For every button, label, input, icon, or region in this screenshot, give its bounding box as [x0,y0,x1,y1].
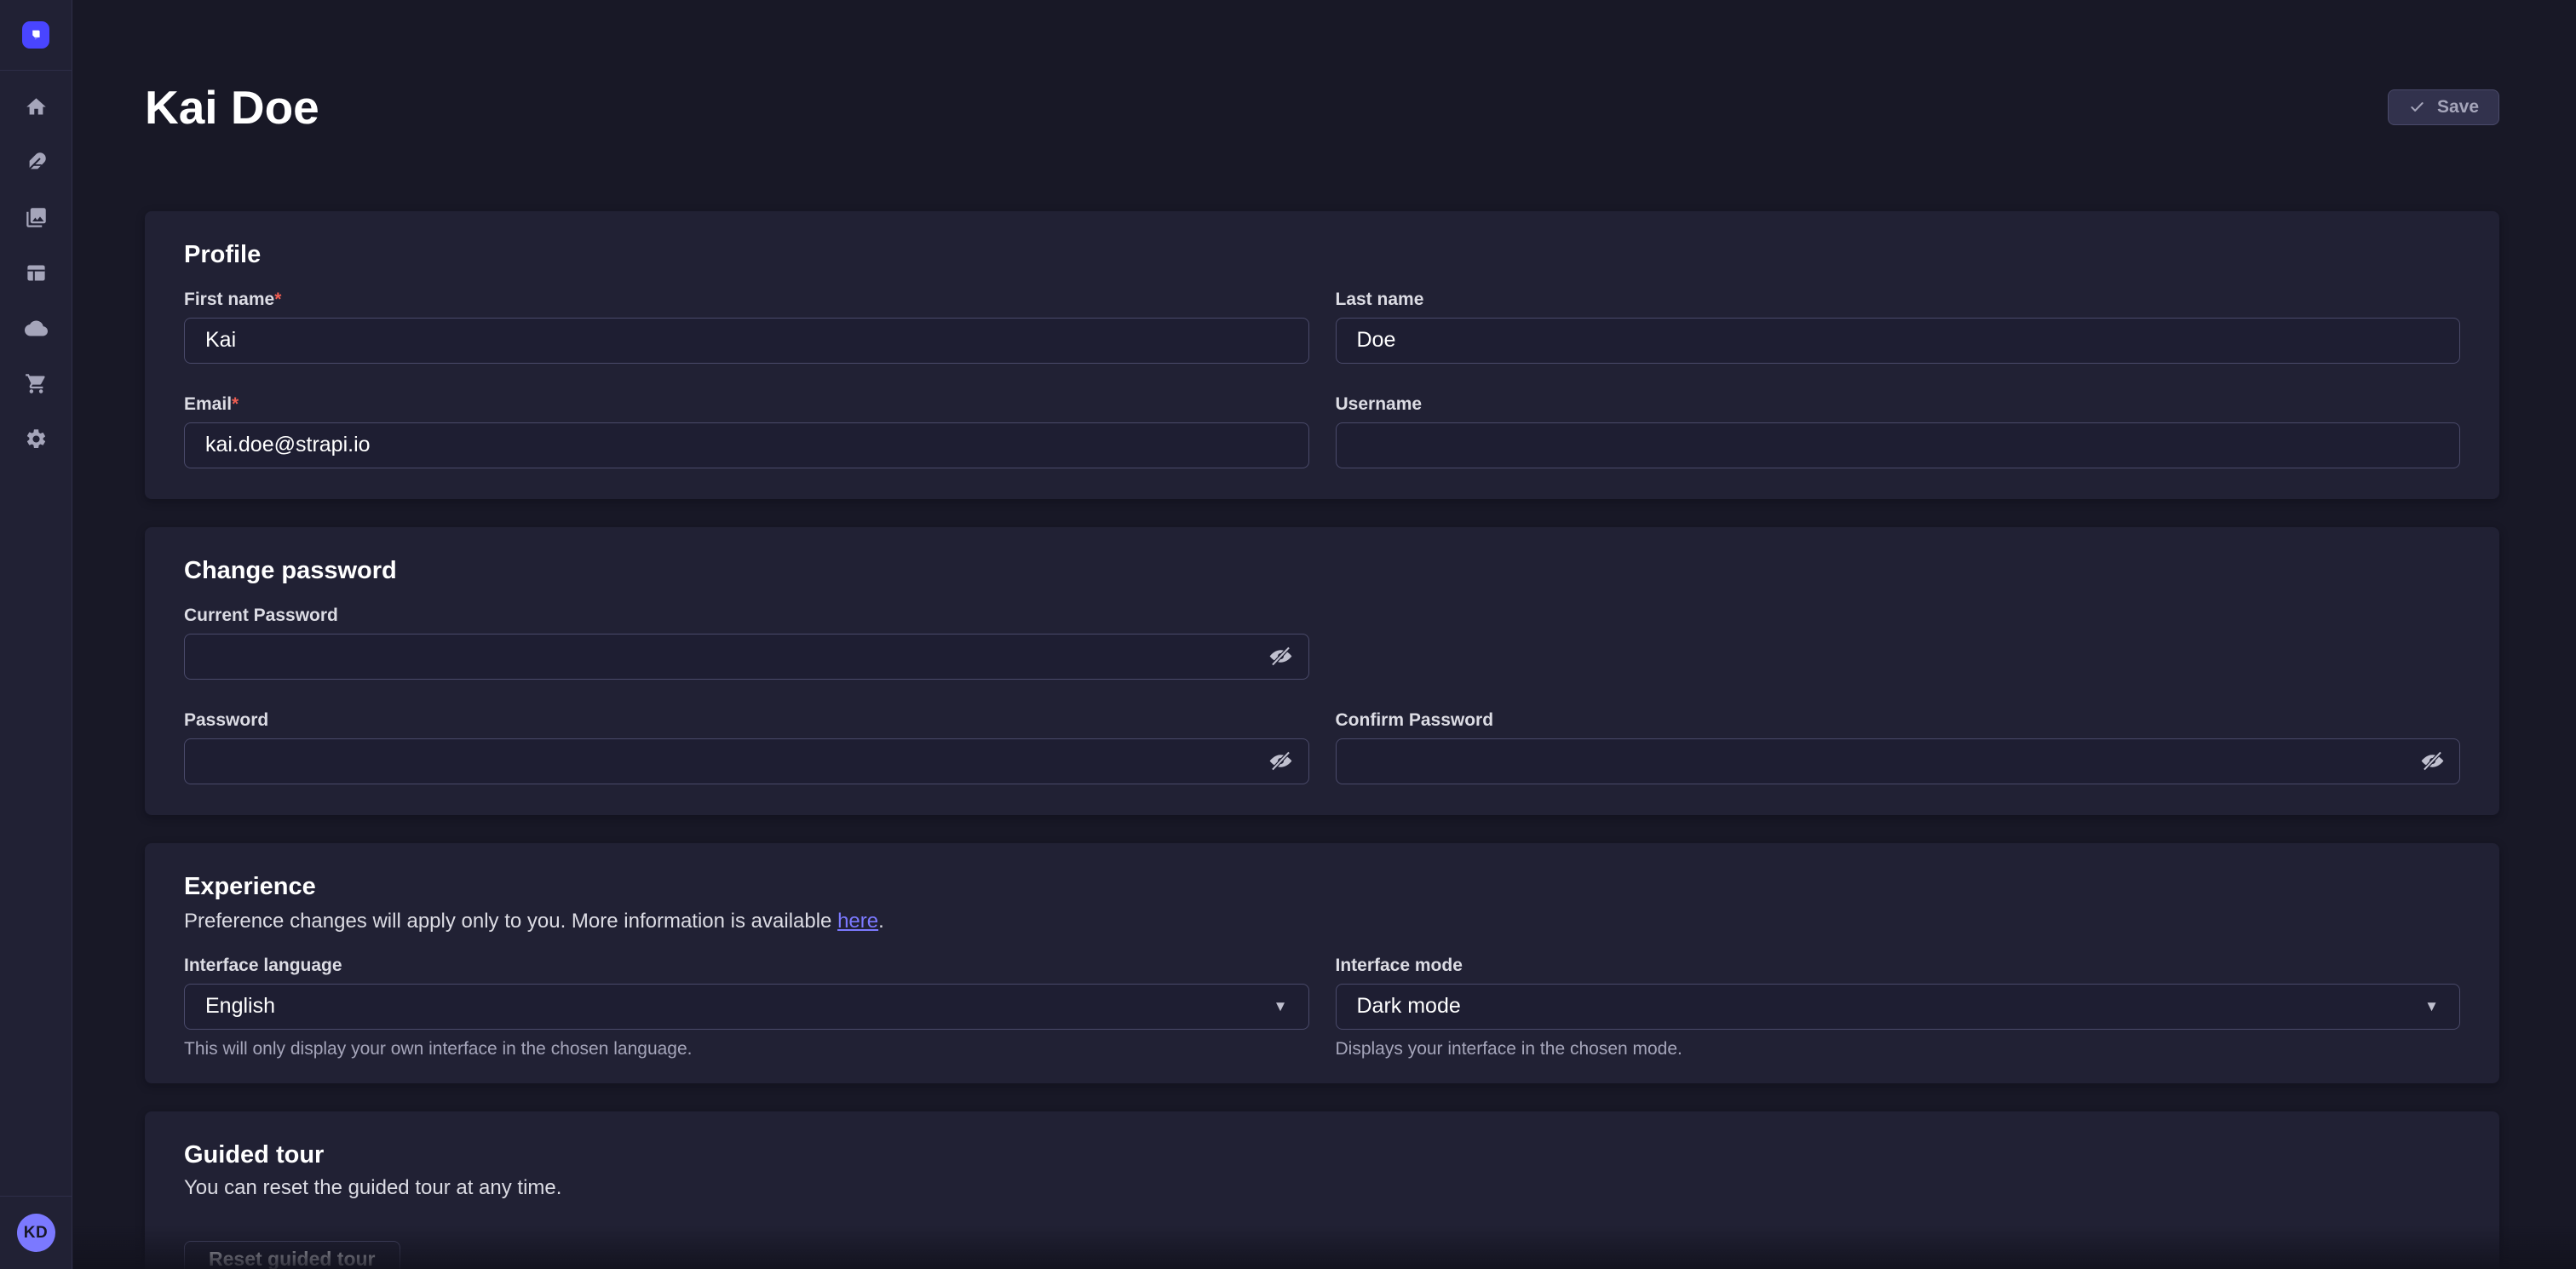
sidebar-nav [0,71,72,467]
interface-mode-field-group: Interface mode Dark mode ▼ Displays your… [1336,956,2461,1059]
avatar-area: KD [0,1196,72,1269]
sidebar-item-settings[interactable] [0,411,72,467]
password-input-wrap [184,738,1309,784]
cart-icon [25,372,48,395]
sidebar-item-marketplace[interactable] [0,356,72,411]
logo-area [0,0,72,71]
strapi-logo[interactable] [22,21,49,49]
password-label: Password [184,710,1309,731]
username-input[interactable] [1336,422,2461,468]
confirm-password-label: Confirm Password [1336,710,2461,731]
interface-language-label: Interface language [184,956,1309,976]
eye-off-icon [2419,748,2446,774]
sidebar-item-home[interactable] [0,79,72,135]
password-field-group: Password [184,710,1309,784]
current-password-label: Current Password [184,606,1309,626]
toggle-current-password-visibility-button[interactable] [1263,639,1299,675]
last-name-label: Last name [1336,290,2461,310]
interface-mode-hint: Displays your interface in the chosen mo… [1336,1039,2461,1059]
first-name-label: First name* [184,290,1309,310]
eye-off-icon [1268,748,1294,774]
email-input[interactable] [184,422,1309,468]
toggle-password-visibility-button[interactable] [1263,744,1299,779]
email-label: Email* [184,394,1309,415]
media-library-icon [25,206,48,229]
chevron-down-icon: ▼ [1274,999,1288,1013]
sidebar-item-media-library[interactable] [0,190,72,245]
required-mark: * [274,290,281,309]
experience-fields: Interface language English ▼ This will o… [184,956,2460,1059]
interface-mode-value: Dark mode [1357,994,1461,1019]
profile-fields: First name* Last name Email* [184,290,2460,468]
reset-guided-tour-button[interactable]: Reset guided tour [184,1241,400,1269]
sidebar-item-deploy[interactable] [0,301,72,356]
sidebar: KD [0,0,72,1269]
required-mark: * [232,394,239,414]
experience-card: Experience Preference changes will apply… [145,843,2499,1083]
sidebar-item-content-manager[interactable] [0,135,72,190]
experience-description: Preference changes will apply only to yo… [184,910,2460,933]
main-content: Kai Doe Save Profile First name* Last na… [72,0,2576,1269]
experience-card-title: Experience [184,872,2460,901]
change-password-fields: Current Password [184,606,2460,784]
guided-tour-description: You can reset the guided tour at any tim… [184,1176,2460,1200]
page-title: Kai Doe [145,83,319,132]
cloud-icon [25,317,48,340]
check-icon [2408,98,2426,116]
first-name-input-wrap [184,318,1309,364]
strapi-logo-icon [27,26,44,43]
interface-language-select[interactable]: English ▼ [184,984,1309,1030]
experience-description-period: . [878,910,884,933]
confirm-password-input[interactable] [1336,738,2461,784]
confirm-password-field-group: Confirm Password [1336,710,2461,784]
feather-icon [25,151,48,174]
current-password-input[interactable] [184,634,1309,680]
email-input-wrap [184,422,1309,468]
last-name-input-wrap [1336,318,2461,364]
save-button-label: Save [2437,97,2479,118]
last-name-field-group: Last name [1336,290,2461,364]
page-header: Kai Doe Save [145,51,2499,164]
password-input[interactable] [184,738,1309,784]
home-icon [25,95,48,118]
first-name-field-group: First name* [184,290,1309,364]
confirm-password-input-wrap [1336,738,2461,784]
interface-mode-select[interactable]: Dark mode ▼ [1336,984,2461,1030]
username-field-group: Username [1336,394,2461,468]
profile-card: Profile First name* Last name Email* [145,211,2499,499]
save-button[interactable]: Save [2388,89,2499,125]
interface-mode-label: Interface mode [1336,956,2461,976]
guided-tour-card: Guided tour You can reset the guided tou… [145,1111,2499,1269]
last-name-input[interactable] [1336,318,2461,364]
cards-container: Profile First name* Last name Email* [145,211,2499,1269]
interface-language-field-group: Interface language English ▼ This will o… [184,956,1309,1059]
email-field-group: Email* [184,394,1309,468]
interface-language-value: English [205,994,275,1019]
gear-icon [25,428,48,451]
toggle-confirm-password-visibility-button[interactable] [2414,744,2450,779]
more-information-link[interactable]: here [837,910,878,933]
username-label: Username [1336,394,2461,415]
sidebar-item-content-type-builder[interactable] [0,245,72,301]
change-password-card: Change password Current Password [145,527,2499,815]
change-password-card-title: Change password [184,556,2460,585]
user-avatar[interactable]: KD [17,1214,55,1252]
profile-card-title: Profile [184,240,2460,269]
interface-language-hint: This will only display your own interfac… [184,1039,1309,1059]
first-name-label-text: First name [184,290,274,309]
experience-description-text: Preference changes will apply only to yo… [184,910,837,933]
first-name-input[interactable] [184,318,1309,364]
eye-off-icon [1268,643,1294,669]
layout-icon [25,261,48,284]
guided-tour-card-title: Guided tour [184,1140,2460,1169]
email-label-text: Email [184,394,232,414]
current-password-input-wrap [184,634,1309,680]
username-input-wrap [1336,422,2461,468]
chevron-down-icon: ▼ [2424,999,2439,1013]
current-password-field-group: Current Password [184,606,1309,680]
